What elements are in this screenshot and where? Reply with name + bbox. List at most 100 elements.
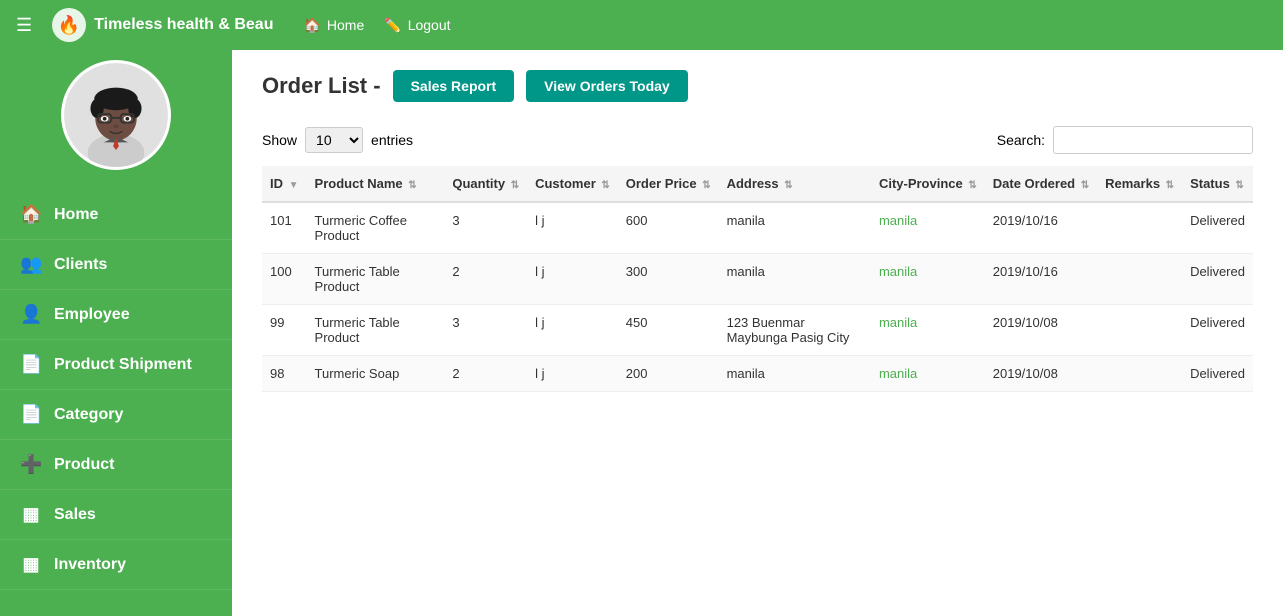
product-sort-icon: ⇅ [408, 180, 416, 191]
home-nav-label: Home [327, 17, 364, 33]
cell-city_province: manila [871, 356, 985, 392]
cell-quantity: 2 [444, 254, 527, 305]
sidebar-item-employee[interactable]: 👤 Employee [0, 290, 232, 340]
main-layout: 🏠 Home 👥 Clients 👤 Employee 📄 Product Sh… [0, 50, 1283, 616]
brand: 🔥 Timeless health & Beau [52, 8, 273, 42]
cell-date_ordered: 2019/10/16 [985, 202, 1097, 254]
cell-date_ordered: 2019/10/08 [985, 356, 1097, 392]
col-address[interactable]: Address ⇅ [719, 166, 871, 202]
cell-order_price: 450 [618, 305, 719, 356]
col-customer[interactable]: Customer ⇅ [527, 166, 618, 202]
sidebar-item-product[interactable]: ➕ Product [0, 440, 232, 490]
sales-icon: ▦ [20, 504, 42, 525]
avatar [61, 60, 171, 170]
cell-status: Delivered [1182, 356, 1253, 392]
navbar-links: 🏠 Home ✏️ Logout [303, 17, 450, 34]
cell-id: 100 [262, 254, 307, 305]
cell-id: 99 [262, 305, 307, 356]
home-nav-icon: 🏠 [303, 17, 320, 34]
sidebar-item-home[interactable]: 🏠 Home [0, 190, 232, 240]
cell-product_name: Turmeric Coffee Product [307, 202, 445, 254]
sidebar-inventory-label: Inventory [54, 556, 126, 574]
cell-customer: l j [527, 254, 618, 305]
cell-remarks [1097, 356, 1182, 392]
col-product-name[interactable]: Product Name ⇅ [307, 166, 445, 202]
cell-city_province: manila [871, 202, 985, 254]
nav-logout-link[interactable]: ✏️ Logout [384, 17, 450, 34]
table-row: 98Turmeric Soap2l j200manilamanila2019/1… [262, 356, 1253, 392]
date-sort-icon: ⇅ [1081, 180, 1089, 191]
col-date-ordered[interactable]: Date Ordered ⇅ [985, 166, 1097, 202]
address-sort-icon: ⇅ [784, 180, 792, 191]
view-orders-today-button[interactable]: View Orders Today [526, 70, 688, 102]
col-quantity[interactable]: Quantity ⇅ [444, 166, 527, 202]
cell-status: Delivered [1182, 254, 1253, 305]
cell-address: manila [719, 356, 871, 392]
sidebar-home-label: Home [54, 206, 98, 224]
sidebar-sales-label: Sales [54, 506, 96, 524]
cell-order_price: 600 [618, 202, 719, 254]
cell-product_name: Turmeric Table Product [307, 305, 445, 356]
search-box: Search: [997, 126, 1253, 154]
cell-customer: l j [527, 356, 618, 392]
cell-status: Delivered [1182, 305, 1253, 356]
city-sort-icon: ⇅ [968, 180, 976, 191]
customer-sort-icon: ⇅ [601, 180, 609, 191]
cell-id: 98 [262, 356, 307, 392]
price-sort-icon: ⇅ [702, 180, 710, 191]
page-header: Order List - Sales Report View Orders To… [262, 70, 1253, 102]
sidebar-item-sales[interactable]: ▦ Sales [0, 490, 232, 540]
table-row: 100Turmeric Table Product2l j300manilama… [262, 254, 1253, 305]
table-controls: Show 10 25 50 100 entries Search: [262, 126, 1253, 154]
col-city-province[interactable]: City-Province ⇅ [871, 166, 985, 202]
menu-icon[interactable]: ☰ [16, 15, 32, 36]
cell-address: manila [719, 202, 871, 254]
sidebar-clients-label: Clients [54, 256, 107, 274]
entries-select[interactable]: 10 25 50 100 [305, 127, 363, 153]
cell-product_name: Turmeric Table Product [307, 254, 445, 305]
cell-quantity: 3 [444, 202, 527, 254]
entries-label: entries [371, 132, 413, 148]
sales-report-button[interactable]: Sales Report [393, 70, 515, 102]
employee-icon: 👤 [20, 304, 42, 325]
sidebar-category-label: Category [54, 406, 123, 424]
id-sort-icon: ▼ [289, 180, 299, 191]
cell-date_ordered: 2019/10/16 [985, 254, 1097, 305]
content-area: Order List - Sales Report View Orders To… [232, 50, 1283, 616]
cell-customer: l j [527, 202, 618, 254]
cell-order_price: 200 [618, 356, 719, 392]
status-sort-icon: ⇅ [1235, 180, 1243, 191]
sidebar-item-inventory[interactable]: ▦ Inventory [0, 540, 232, 590]
cell-remarks [1097, 202, 1182, 254]
cell-order_price: 300 [618, 254, 719, 305]
sidebar-nav: 🏠 Home 👥 Clients 👤 Employee 📄 Product Sh… [0, 190, 232, 590]
inventory-icon: ▦ [20, 554, 42, 575]
search-input[interactable] [1053, 126, 1253, 154]
nav-home-link[interactable]: 🏠 Home [303, 17, 364, 34]
cell-remarks [1097, 254, 1182, 305]
col-remarks[interactable]: Remarks ⇅ [1097, 166, 1182, 202]
clients-icon: 👥 [20, 254, 42, 275]
brand-logo: 🔥 [52, 8, 86, 42]
sidebar-item-clients[interactable]: 👥 Clients [0, 240, 232, 290]
cell-city_province: manila [871, 254, 985, 305]
col-order-price[interactable]: Order Price ⇅ [618, 166, 719, 202]
product-icon: ➕ [20, 454, 42, 475]
col-status[interactable]: Status ⇅ [1182, 166, 1253, 202]
cell-quantity: 2 [444, 356, 527, 392]
cell-address: 123 Buenmar Maybunga Pasig City [719, 305, 871, 356]
cell-remarks [1097, 305, 1182, 356]
navbar: ☰ 🔥 Timeless health & Beau 🏠 Home ✏️ Log… [0, 0, 1283, 50]
cell-id: 101 [262, 202, 307, 254]
cell-date_ordered: 2019/10/08 [985, 305, 1097, 356]
show-label: Show [262, 132, 297, 148]
cell-address: manila [719, 254, 871, 305]
sidebar-item-category[interactable]: 📄 Category [0, 390, 232, 440]
orders-table: ID ▼ Product Name ⇅ Quantity ⇅ Customer … [262, 166, 1253, 392]
logout-nav-label: Logout [408, 17, 451, 33]
brand-name: Timeless health & Beau [94, 16, 273, 34]
col-id[interactable]: ID ▼ [262, 166, 307, 202]
category-icon: 📄 [20, 404, 42, 425]
sidebar-item-product-shipment[interactable]: 📄 Product Shipment [0, 340, 232, 390]
search-label: Search: [997, 132, 1045, 148]
